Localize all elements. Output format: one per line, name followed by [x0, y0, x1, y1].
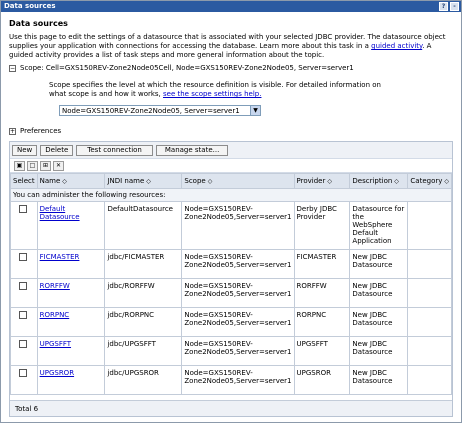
scope-cell: Node=GXS150REV-Zone2Node05,Server=server… [181, 336, 295, 366]
provider-cell: Derby JDBC Provider [293, 201, 351, 250]
scope-cell: Node=GXS150REV-Zone2Node05,Server=server… [181, 278, 295, 308]
row-checkbox[interactable] [19, 282, 27, 290]
row-checkbox[interactable] [19, 311, 27, 319]
jndi-cell: jdbc/RORPNC [104, 307, 183, 337]
sort-icon: ◇ [62, 178, 67, 185]
help-button[interactable]: ? [439, 2, 448, 11]
col-name[interactable]: Name ◇ [36, 173, 106, 189]
sort-icon: ◇ [394, 178, 399, 185]
col-category[interactable]: Category ◇ [407, 173, 452, 189]
jndi-cell: jdbc/UPGSFFT [104, 336, 183, 366]
test-connection-button[interactable]: Test connection [76, 144, 153, 156]
scope-label: Scope: Cell=GXS150REV-Zone2Node05Cell, N… [20, 64, 354, 72]
guided-activity-link[interactable]: guided activity [371, 42, 422, 50]
button-bar: New Delete Test connection Manage state.… [10, 142, 452, 159]
preferences-section[interactable]: + Preferences [9, 127, 453, 135]
expand-icon[interactable]: + [9, 127, 16, 135]
table-row: RORPNC jdbc/RORPNC Node=GXS150REV-Zone2N… [10, 307, 452, 337]
data-sources-window: Data sources ? - Data sources Use this p… [0, 0, 462, 423]
datasource-link[interactable]: UPGSROR [40, 369, 74, 377]
description-cell: New JDBC Datasource [349, 307, 409, 337]
jndi-cell: jdbc/FICMASTER [104, 249, 183, 279]
jndi-cell: DefaultDatasource [104, 201, 183, 250]
sort-icon: ◇ [327, 178, 332, 185]
preferences-label[interactable]: Preferences [20, 127, 61, 135]
datasource-table: Select Name ◇ JNDI name ◇ Scope ◇ Provider ◇… [10, 173, 452, 395]
datasource-link[interactable]: UPGSFFT [40, 340, 71, 348]
col-provider[interactable]: Provider ◇ [293, 173, 351, 189]
description-cell: New JDBC Datasource [349, 336, 409, 366]
category-cell [407, 336, 452, 366]
admin-text: You can administer the following resourc… [10, 188, 452, 202]
window-title: Data sources [4, 2, 56, 10]
scope-select[interactable]: Node=GXS150REV-Zone2Node05, Server=serve… [59, 105, 261, 116]
row-checkbox[interactable] [19, 340, 27, 348]
scope-cell: Node=GXS150REV-Zone2Node05,Server=server… [181, 201, 295, 250]
datasource-link[interactable]: RORPNC [40, 311, 70, 319]
col-select: Select [10, 173, 38, 189]
category-cell [407, 278, 452, 308]
table-row: Default Datasource DefaultDatasource Nod… [10, 201, 452, 250]
scope-help-link[interactable]: see the scope settings help. [163, 90, 261, 98]
table-icon-bar: ▣ □ ⊞ ✕ [10, 159, 452, 173]
row-checkbox[interactable] [19, 253, 27, 261]
chevron-down-icon[interactable]: ▼ [250, 106, 260, 115]
minimize-button[interactable]: - [450, 2, 459, 11]
category-cell [407, 201, 452, 250]
datasource-table-panel: New Delete Test connection Manage state.… [9, 141, 453, 417]
category-cell [407, 307, 452, 337]
description-cell: New JDBC Datasource [349, 278, 409, 308]
sort-icon: ◇ [146, 178, 151, 185]
scope-cell: Node=GXS150REV-Zone2Node05,Server=server… [181, 307, 295, 337]
scope-cell: Node=GXS150REV-Zone2Node05,Server=server… [181, 249, 295, 279]
table-row: UPGSFFT jdbc/UPGSFFT Node=GXS150REV-Zone… [10, 336, 452, 366]
scope-cell: Node=GXS150REV-Zone2Node05,Server=server… [181, 365, 295, 395]
total-count: Total 6 [10, 400, 452, 416]
page-heading: Data sources [9, 19, 68, 28]
table-row: UPGSROR jdbc/UPGSROR Node=GXS150REV-Zone… [10, 365, 452, 395]
collapse-icon[interactable]: − [9, 64, 16, 72]
datasource-link[interactable]: FICMASTER [40, 253, 80, 261]
row-checkbox[interactable] [19, 205, 27, 213]
row-checkbox[interactable] [19, 369, 27, 377]
deselect-all-icon[interactable]: □ [27, 160, 38, 171]
title-bar: Data sources ? - [1, 1, 461, 12]
category-cell [407, 365, 452, 395]
description-cell: Datasource for the WebSphere Default App… [349, 201, 409, 250]
provider-cell: FICMASTER [293, 249, 351, 279]
manage-state-button[interactable]: Manage state... [155, 144, 229, 156]
scope-section: − Scope: Cell=GXS150REV-Zone2Node05Cell,… [9, 64, 453, 72]
sort-icon: ◇ [444, 178, 449, 185]
table-row: RORFFW jdbc/RORFFW Node=GXS150REV-Zone2N… [10, 278, 452, 308]
col-jndi[interactable]: JNDI name ◇ [104, 173, 183, 189]
sort-icon: ◇ [207, 178, 213, 185]
scope-select-value: Node=GXS150REV-Zone2Node05, Server=serve… [62, 106, 240, 115]
category-cell [407, 249, 452, 279]
provider-cell: UPGSROR [293, 365, 351, 395]
page-description: Use this page to edit the settings of a … [9, 33, 446, 59]
provider-cell: RORFFW [293, 278, 351, 308]
filter-icon[interactable]: ⊞ [40, 160, 51, 171]
provider-cell: RORPNC [293, 307, 351, 337]
new-button[interactable]: New [12, 144, 38, 156]
provider-cell: UPGSFFT [293, 336, 351, 366]
datasource-link[interactable]: Default Datasource [40, 205, 80, 221]
jndi-cell: jdbc/UPGSROR [104, 365, 183, 395]
scope-description: Scope specifies the level at which the r… [49, 81, 381, 98]
delete-button[interactable]: Delete [40, 144, 74, 156]
description-cell: New JDBC Datasource [349, 249, 409, 279]
datasource-link[interactable]: RORFFW [40, 282, 70, 290]
table-row: FICMASTER jdbc/FICMASTER Node=GXS150REV-… [10, 249, 452, 279]
clear-filter-icon[interactable]: ✕ [53, 160, 64, 171]
col-scope[interactable]: Scope ◇ [181, 173, 295, 189]
description-cell: New JDBC Datasource [349, 365, 409, 395]
select-all-icon[interactable]: ▣ [14, 160, 25, 171]
col-description[interactable]: Description ◇ [349, 173, 409, 189]
jndi-cell: jdbc/RORFFW [104, 278, 183, 308]
